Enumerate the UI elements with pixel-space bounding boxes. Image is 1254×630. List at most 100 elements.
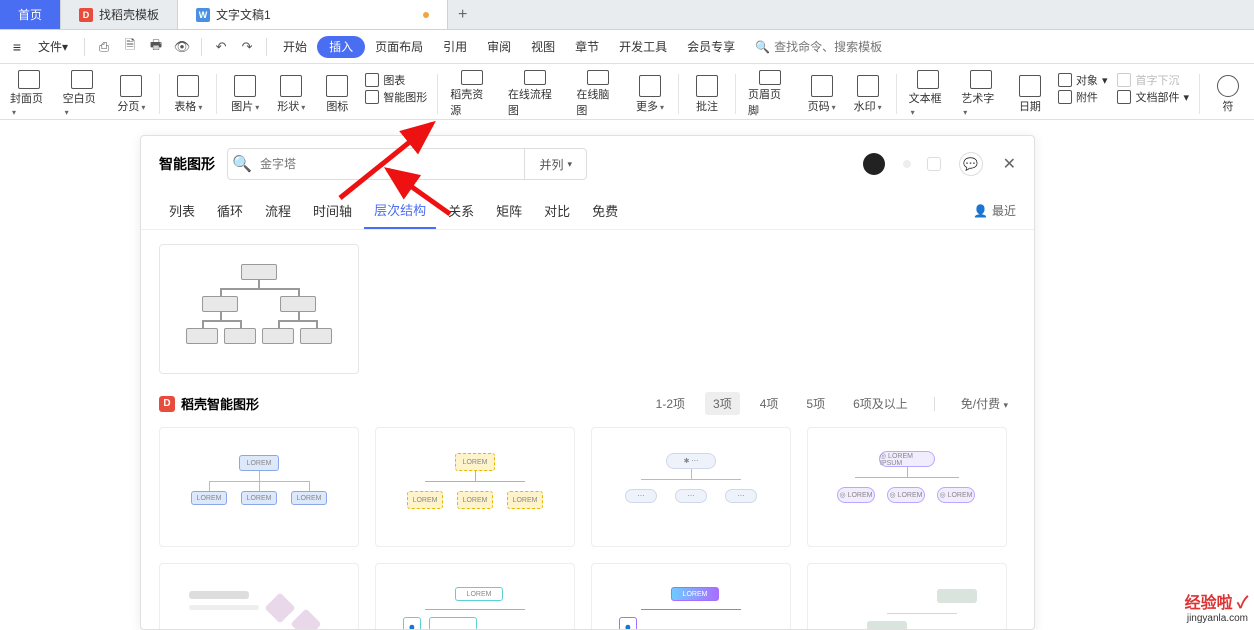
menu-devtools[interactable]: 开发工具 (609, 30, 677, 63)
tab-document-label: 文字文稿1 (216, 6, 271, 23)
docer-icon: D (79, 8, 93, 22)
search-icon: 🔍 (755, 40, 770, 54)
menu-reference[interactable]: 引用 (433, 30, 477, 63)
avatar[interactable] (863, 153, 885, 175)
dropcap-icon (1117, 73, 1131, 87)
ribbon-dropcap[interactable]: 首字下沉 (1117, 72, 1189, 88)
recent-button[interactable]: 👤最近 (973, 202, 1016, 219)
new-tab-button[interactable]: + (448, 0, 478, 29)
menu-file[interactable]: 文件▾ (28, 30, 78, 63)
ribbon-pagenum[interactable]: 页码▾ (800, 70, 844, 118)
flow-icon (524, 70, 546, 85)
ribbon-symbol[interactable]: 符 (1206, 70, 1250, 118)
hierarchy-diagram (184, 264, 334, 354)
wordart-icon (970, 70, 992, 89)
ribbon-table[interactable]: 表格▾ (166, 70, 210, 118)
ribbon-attach[interactable]: 附件 (1058, 89, 1108, 105)
ribbon-parts[interactable]: 文档部件▾ (1117, 89, 1189, 105)
ribbon-wordart[interactable]: 艺术字▾ (955, 70, 1006, 118)
ribbon-comment[interactable]: 批注 (685, 70, 729, 118)
tab-document[interactable]: W 文字文稿1 (178, 0, 448, 29)
template-card-5[interactable] (159, 563, 359, 629)
preview-icon[interactable]: 👁 (171, 36, 193, 58)
tab-process[interactable]: 流程 (255, 192, 301, 229)
pagebreak-icon (120, 75, 142, 97)
template-card-4[interactable]: ◎ LOREM IPSUM ◎ LOREM ◎ LOREM ◎ LOREM (807, 427, 1007, 547)
ribbon-headerfooter[interactable]: 页眉页脚 (742, 70, 798, 118)
shape-icon (280, 75, 302, 97)
ribbon: 封面页▾ 空白页▾ 分页▾ 表格▾ 图片▾ 形状▾ 图标 图表 智能图形 稻壳资… (0, 64, 1254, 120)
panel-search-button[interactable]: 并列 ▾ (524, 149, 586, 179)
print-icon[interactable]: 🖶 (145, 36, 167, 58)
tab-hierarchy[interactable]: 层次结构 (364, 192, 436, 229)
ribbon-smart[interactable]: 智能图形 (365, 89, 427, 105)
redo-icon[interactable]: ↷ (236, 36, 258, 58)
open-icon[interactable]: ⎙ (93, 36, 115, 58)
tab-matrix[interactable]: 矩阵 (486, 192, 532, 229)
menu-member[interactable]: 会员专享 (677, 30, 745, 63)
textbox-icon (917, 70, 939, 89)
tab-relation[interactable]: 关系 (438, 192, 484, 229)
menu-start[interactable]: 开始 (273, 30, 317, 63)
filter-1-2[interactable]: 1-2项 (648, 392, 693, 415)
panel-search-input[interactable] (256, 157, 524, 171)
ribbon-pagebreak[interactable]: 分页▾ (109, 70, 153, 118)
ribbon-more[interactable]: 更多▾ (628, 70, 672, 118)
ribbon-picture[interactable]: 图片▾ (223, 70, 267, 118)
template-card-7[interactable]: LOREM 👤 (591, 563, 791, 629)
filter-paid[interactable]: 免/付费 ▾ (953, 392, 1016, 415)
more-icon (639, 75, 661, 97)
menu-review[interactable]: 审阅 (477, 30, 521, 63)
ribbon-mind[interactable]: 在线脑图 (570, 70, 626, 118)
tab-home[interactable]: 首页 (0, 0, 61, 29)
ribbon-icon[interactable]: 图标 (315, 70, 359, 118)
tab-cycle[interactable]: 循环 (207, 192, 253, 229)
ribbon-flow[interactable]: 在线流程图 (502, 70, 569, 118)
ribbon-object[interactable]: 对象▾ (1058, 72, 1108, 88)
menu-layout[interactable]: 页面布局 (365, 30, 433, 63)
menu-insert[interactable]: 插入 (317, 36, 365, 58)
ribbon-blank[interactable]: 空白页▾ (57, 70, 108, 118)
panel-search[interactable]: 🔍 并列 ▾ (227, 148, 587, 180)
ribbon-chart[interactable]: 图表 (365, 72, 427, 88)
tab-docer[interactable]: D 找稻壳模板 (61, 0, 178, 29)
command-search-input[interactable] (774, 40, 904, 54)
filter-5[interactable]: 5项 (798, 392, 833, 415)
save-icon[interactable]: 🗎 (119, 36, 141, 58)
docer-icon: D (159, 396, 175, 412)
filter-3[interactable]: 3项 (705, 392, 740, 415)
pagenum-icon (811, 75, 833, 97)
menu-view[interactable]: 视图 (521, 30, 565, 63)
template-card-3[interactable]: ✱ ⋯ ⋯ ⋯ ⋯ (591, 427, 791, 547)
template-card-1[interactable]: LOREM LOREM LOREM LOREM (159, 427, 359, 547)
ribbon-textbox[interactable]: 文本框▾ (903, 70, 954, 118)
template-card-8[interactable] (807, 563, 1007, 629)
panel-title: 智能图形 (159, 154, 215, 174)
command-search[interactable]: 🔍 (755, 40, 904, 54)
ribbon-shape[interactable]: 形状▾ (269, 70, 313, 118)
symbol-icon (1217, 75, 1239, 97)
chat-icon[interactable]: 💬 (959, 152, 983, 176)
watermark: 经验啦 ✓ jingyanla.com (1185, 589, 1248, 624)
template-card-6[interactable]: LOREM 👤 (375, 563, 575, 629)
tab-free[interactable]: 免费 (582, 192, 628, 229)
tab-list[interactable]: 列表 (159, 192, 205, 229)
ribbon-date[interactable]: 日期 (1008, 70, 1052, 118)
close-button[interactable]: ✕ (1003, 154, 1016, 174)
template-basic-hierarchy[interactable] (159, 244, 359, 374)
filter-4[interactable]: 4项 (752, 392, 787, 415)
ribbon-docer[interactable]: 稻壳资源 (444, 70, 500, 118)
template-card-2[interactable]: LOREM LOREM LOREM LOREM (375, 427, 575, 547)
tab-compare[interactable]: 对比 (534, 192, 580, 229)
hamburger-icon[interactable]: ≡ (6, 39, 28, 55)
menu-chapter[interactable]: 章节 (565, 30, 609, 63)
ribbon-watermark[interactable]: 水印▾ (846, 70, 890, 118)
tab-timeline[interactable]: 时间轴 (303, 192, 362, 229)
ribbon-cover[interactable]: 封面页▾ (4, 70, 55, 118)
object-icon (1058, 73, 1072, 87)
panel-content: D 稻壳智能图形 1-2项 3项 4项 5项 6项及以上 免/付费 ▾ LORE… (141, 230, 1034, 629)
undo-icon[interactable]: ↶ (210, 36, 232, 58)
icon-icon (326, 75, 348, 97)
coin-icon (927, 157, 941, 171)
filter-6plus[interactable]: 6项及以上 (845, 392, 916, 415)
